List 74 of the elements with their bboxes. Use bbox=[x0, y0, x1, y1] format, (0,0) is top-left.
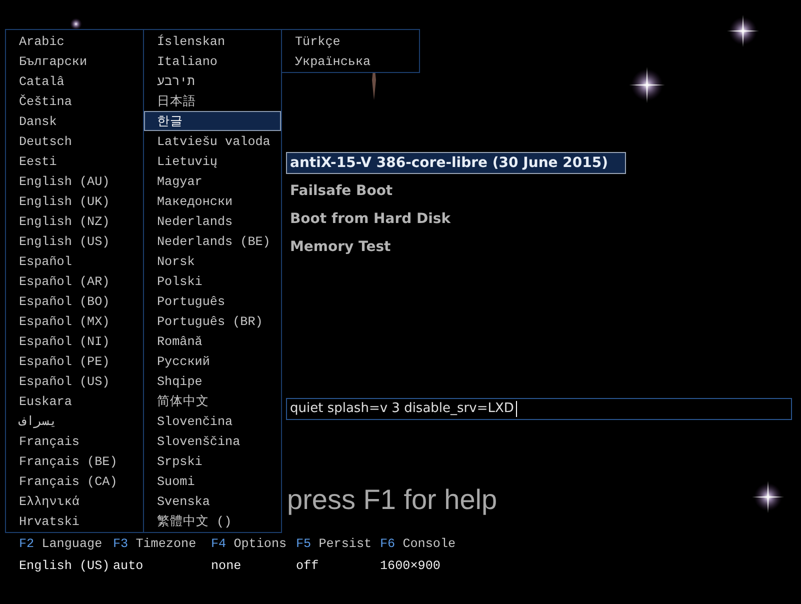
language-option[interactable]: English (NZ) bbox=[6, 211, 143, 231]
language-option[interactable]: English (UK) bbox=[6, 191, 143, 211]
function-key[interactable]: F3 bbox=[113, 537, 128, 551]
text-cursor bbox=[516, 401, 517, 417]
boot-menu-item[interactable]: Memory Test bbox=[286, 236, 392, 258]
function-key-value: 1600×900 bbox=[380, 558, 440, 575]
language-option[interactable]: Slovenčina bbox=[144, 411, 281, 431]
language-option[interactable]: Dansk bbox=[6, 111, 143, 131]
language-option[interactable]: Catalâ bbox=[6, 71, 143, 91]
language-option[interactable]: Українська bbox=[282, 51, 419, 71]
language-option[interactable]: Português bbox=[144, 291, 281, 311]
language-option[interactable]: Русский bbox=[144, 351, 281, 371]
function-key[interactable]: F5 bbox=[296, 537, 312, 551]
function-key-label: Console bbox=[402, 537, 456, 551]
language-option[interactable]: Shqipe bbox=[144, 371, 281, 391]
language-option[interactable]: Lietuvių bbox=[144, 151, 281, 171]
language-option[interactable]: 日本語 bbox=[144, 91, 281, 111]
language-option[interactable]: English (US) bbox=[6, 231, 143, 251]
language-option[interactable]: Nederlands bbox=[144, 211, 281, 231]
language-option[interactable]: Suomi bbox=[144, 471, 281, 491]
language-option[interactable]: Polski bbox=[144, 271, 281, 291]
language-option[interactable]: Srpski bbox=[144, 451, 281, 471]
language-option[interactable]: Hrvatski bbox=[6, 511, 143, 531]
language-option[interactable]: 简体中文 bbox=[144, 391, 281, 411]
language-option[interactable]: Română bbox=[144, 331, 281, 351]
language-option[interactable]: فارسی bbox=[6, 411, 143, 431]
language-option[interactable]: English (AU) bbox=[6, 171, 143, 191]
function-key-label: Language bbox=[42, 537, 102, 551]
language-option[interactable]: Français bbox=[6, 431, 143, 451]
language-option[interactable]: Français (CA) bbox=[6, 471, 143, 491]
function-key[interactable]: F6 bbox=[380, 537, 396, 551]
language-option[interactable]: Español bbox=[6, 251, 143, 271]
language-option[interactable]: Latviešu valoda bbox=[144, 131, 281, 151]
language-option[interactable]: Svenska bbox=[144, 491, 281, 511]
function-key-label: Options bbox=[234, 537, 287, 551]
boot-options-field[interactable]: quiet splash=v 3 disable_srv=LXD bbox=[286, 398, 792, 420]
language-option[interactable]: Čeština bbox=[6, 91, 143, 111]
boot-menu-item[interactable]: antiX-15-V 386-core-libre (30 June 2015) bbox=[286, 152, 626, 174]
help-hint: press F1 for help bbox=[287, 484, 498, 516]
language-option[interactable]: Magyar bbox=[144, 171, 281, 191]
language-option[interactable]: Español (NI) bbox=[6, 331, 143, 351]
language-option[interactable]: עברית bbox=[144, 71, 281, 91]
language-option[interactable]: Français (BE) bbox=[6, 451, 143, 471]
language-option[interactable]: Македонски bbox=[144, 191, 281, 211]
function-key-value: auto bbox=[113, 558, 144, 575]
language-option[interactable]: 한글 bbox=[144, 111, 281, 131]
function-key-value: off bbox=[296, 558, 319, 575]
language-option[interactable]: Euskara bbox=[6, 391, 143, 411]
function-key[interactable]: F2 bbox=[19, 537, 34, 551]
boot-menu-item[interactable]: Failsafe Boot bbox=[286, 180, 394, 202]
function-key-value: none bbox=[211, 558, 242, 575]
language-option[interactable]: Arabic bbox=[6, 31, 143, 51]
language-option[interactable]: Português (BR) bbox=[144, 311, 281, 331]
language-option[interactable]: Español (PE) bbox=[6, 351, 143, 371]
language-option[interactable]: Eesti bbox=[6, 151, 143, 171]
boot-menu-item[interactable]: Boot from Hard Disk bbox=[286, 208, 452, 230]
language-option[interactable]: Italiano bbox=[144, 51, 281, 71]
language-option[interactable]: Nederlands (BE) bbox=[144, 231, 281, 251]
function-key-value: English (US) bbox=[19, 558, 110, 575]
language-option[interactable]: Slovenščina bbox=[144, 431, 281, 451]
language-option[interactable]: Български bbox=[6, 51, 143, 71]
language-option[interactable]: Español (MX) bbox=[6, 311, 143, 331]
language-option[interactable]: Íslenskan bbox=[144, 31, 281, 51]
language-option[interactable]: Español (BO) bbox=[6, 291, 143, 311]
language-option[interactable]: Español (AR) bbox=[6, 271, 143, 291]
language-option[interactable]: Norsk bbox=[144, 251, 281, 271]
function-key-label: Persist bbox=[318, 537, 372, 551]
language-option[interactable]: Ελληνικά bbox=[6, 491, 143, 511]
function-key[interactable]: F4 bbox=[211, 537, 226, 551]
language-option[interactable]: Türkçe bbox=[282, 31, 419, 51]
language-option[interactable]: 繁體中文 () bbox=[144, 511, 281, 531]
language-option[interactable]: Deutsch bbox=[6, 131, 143, 151]
function-key-label: Timezone bbox=[136, 537, 196, 551]
language-option[interactable]: Español (US) bbox=[6, 371, 143, 391]
